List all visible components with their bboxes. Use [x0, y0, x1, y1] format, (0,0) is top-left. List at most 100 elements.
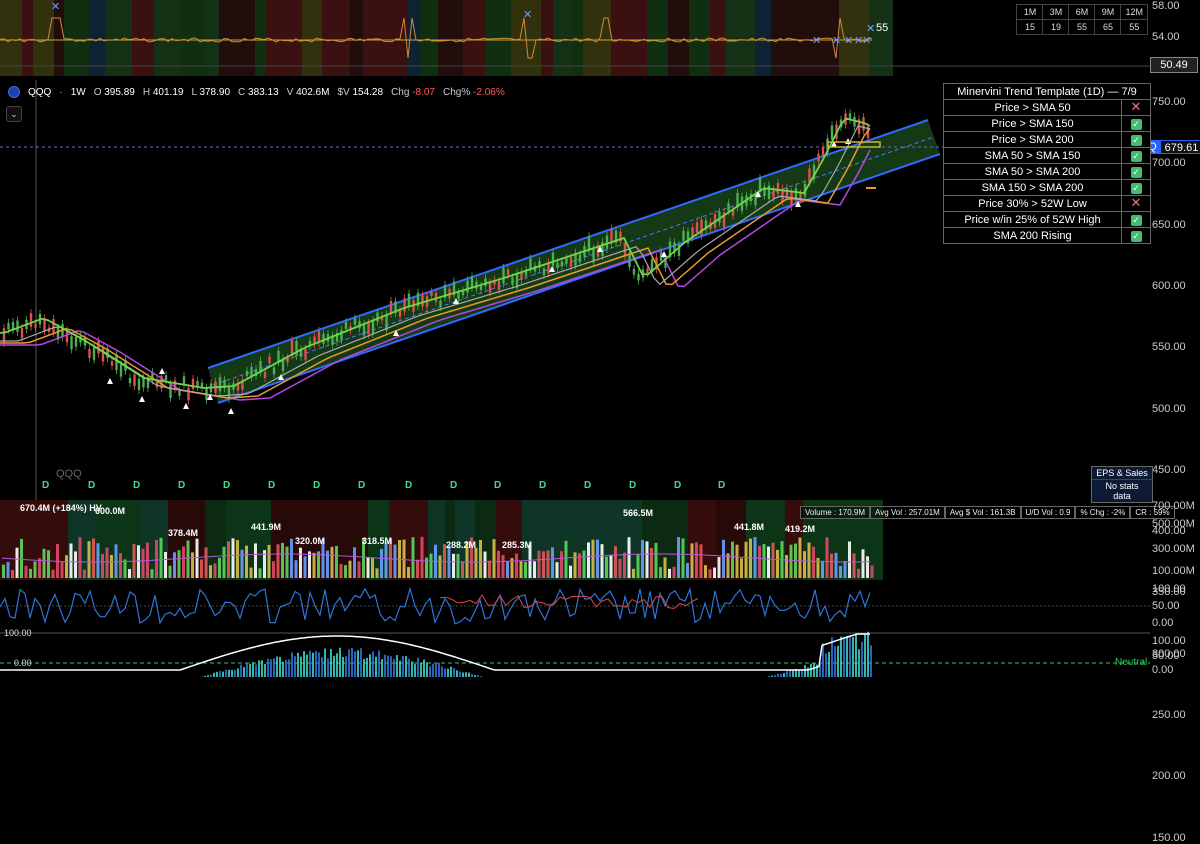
chart-legend: QQQ · 1W O 395.89 H 401.19 L 378.90 C 38…	[8, 86, 505, 98]
check-icon: ✓	[1131, 119, 1142, 130]
price-axis-label: 150.00	[1152, 832, 1186, 844]
cross-marker-icon: ✕	[866, 23, 875, 35]
price-axis-label: 250.00	[1152, 709, 1186, 721]
top-marker-label: 55	[876, 22, 888, 34]
top-last-value-tag: 50.49	[1150, 57, 1198, 73]
volume-peak-label: 320.0M	[295, 536, 325, 546]
perf-header: 6M	[1069, 5, 1095, 20]
legend-open: 395.89	[104, 87, 135, 98]
volume-peak-label: 419.2M	[785, 524, 815, 534]
perf-value: 55	[1069, 20, 1095, 35]
cross-marker-icon: ✕	[812, 35, 821, 47]
price-axis-label: 700.00	[1152, 157, 1186, 169]
signal-triangle-icon	[107, 378, 113, 384]
d-marker: D	[674, 480, 681, 491]
trend-row-label: Price w/in 25% of 52W High	[944, 212, 1122, 228]
price-axis-label: 450.00	[1152, 464, 1186, 476]
volume-stats-bar: Volume : 170.9MAvg Vol : 257.01MAvg $ Vo…	[800, 506, 1175, 519]
neutral-label: Neutral	[1115, 657, 1147, 668]
oscillator-panel-2	[0, 630, 1200, 677]
legend-interval[interactable]: 1W	[71, 87, 86, 98]
perf-value: 65	[1095, 20, 1121, 35]
legend-volume: 402.6M	[296, 87, 329, 98]
osc1-axis-label: 100.00	[1152, 583, 1186, 595]
cross-marker-icon: ✕	[844, 35, 853, 47]
volume-stat: Volume : 170.9M	[800, 506, 870, 519]
volume-peak-label: 566.5M	[623, 508, 653, 518]
d-marker: D	[718, 480, 725, 491]
osc1-axis-label: 0.00	[1152, 617, 1173, 629]
eps-sales-box: EPS & Sales No stats data	[1091, 466, 1153, 503]
perf-header: 9M	[1095, 5, 1121, 20]
trend-row: Price 30% > 52W Low✕	[944, 196, 1151, 212]
check-icon: ✓	[1131, 215, 1142, 226]
trend-row-label: Price > SMA 200	[944, 132, 1122, 148]
price-axis-label: 600.00	[1152, 280, 1186, 292]
perf-header: 3M	[1043, 5, 1069, 20]
cross-marker-icon: ✕	[862, 35, 871, 47]
perf-value: 19	[1043, 20, 1069, 35]
d-marker: D	[494, 480, 501, 491]
volume-peak-label: 285.3M	[502, 540, 532, 550]
price-axis-label: 200.00	[1152, 770, 1186, 782]
trend-row-label: Price > SMA 50	[944, 100, 1122, 116]
osc1-axis-label: 50.00	[1152, 600, 1180, 612]
volume-axis-label: 700.00M	[1152, 500, 1195, 512]
eps-sales-title: EPS & Sales	[1092, 467, 1152, 480]
trend-row: Price w/in 25% of 52W High ✓	[944, 212, 1151, 228]
chart-watermark: QQQ	[56, 468, 82, 480]
volume-axis-label: 100.00M	[1152, 565, 1195, 577]
trend-row-label: Price > SMA 150	[944, 116, 1122, 132]
check-icon: ✓	[1131, 167, 1142, 178]
volume-peak-label: 288.2M	[446, 540, 476, 550]
volume-stat: U/D Vol : 0.9	[1021, 506, 1076, 519]
volume-peak-label: 441.8M	[734, 522, 764, 532]
d-marker: D	[268, 480, 275, 491]
legend-dollar-volume-key: $V	[337, 87, 349, 98]
legend-high-key: H	[143, 87, 150, 98]
d-marker: D	[133, 480, 140, 491]
volume-peak-label: 670.4M (+184%) HV	[20, 503, 102, 513]
trend-row-label: SMA 200 Rising	[944, 228, 1122, 244]
collapse-chevron-icon[interactable]: ⌄	[6, 106, 22, 122]
osc2-left-top-label: 100.00	[4, 628, 32, 638]
price-axis-label: 650.00	[1152, 219, 1186, 231]
legend-dollar-volume: 154.28	[352, 87, 383, 98]
legend-change-pct: -2.06%	[473, 87, 505, 98]
legend-symbol[interactable]: QQQ	[28, 87, 51, 98]
cross-marker-icon: ✕	[51, 1, 60, 13]
volume-peak-label: 378.4M	[168, 528, 198, 538]
cross-marker-icon: ✕	[832, 35, 841, 47]
trend-row-label: SMA 50 > SMA 200	[944, 164, 1122, 180]
check-icon: ✓	[1131, 231, 1142, 242]
symbol-logo-icon	[8, 86, 20, 98]
trend-row-label: Price 30% > 52W Low	[944, 196, 1122, 212]
perf-header: 12M	[1121, 5, 1148, 20]
d-marker: D	[88, 480, 95, 491]
legend-low-key: L	[191, 87, 196, 98]
d-marker: D	[584, 480, 591, 491]
perf-header: 1M	[1017, 5, 1043, 20]
trend-row-label: SMA 50 > SMA 150	[944, 148, 1122, 164]
trend-row: Price > SMA 50✕	[944, 100, 1151, 116]
d-marker: D	[629, 480, 636, 491]
signal-triangle-icon	[159, 368, 165, 374]
trend-row: SMA 50 > SMA 200 ✓	[944, 164, 1151, 180]
trend-row: Price > SMA 150 ✓	[944, 116, 1151, 132]
legend-close: 383.13	[248, 87, 279, 98]
d-marker: D	[223, 480, 230, 491]
osc2-axis-label: 100.00	[1152, 635, 1186, 647]
d-marker: D	[539, 480, 546, 491]
oscillator-panel-1	[0, 582, 1200, 630]
d-marker: D	[405, 480, 412, 491]
d-marker: D	[42, 480, 49, 491]
performance-table: 1M 3M 6M 9M 12M 15 19 55 65 55	[1016, 4, 1148, 35]
volume-peak-label: 600.0M	[95, 506, 125, 516]
trend-template-title: Minervini Trend Template (1D) — 7/9	[944, 84, 1151, 100]
volume-peak-label: 441.9M	[251, 522, 281, 532]
volume-stat: Avg Vol : 257.01M	[870, 506, 945, 519]
legend-change: -8.07	[412, 87, 435, 98]
volume-axis-label: 300.00M	[1152, 543, 1195, 555]
check-icon: ✓	[1131, 183, 1142, 194]
price-axis-label: 750.00	[1152, 96, 1186, 108]
